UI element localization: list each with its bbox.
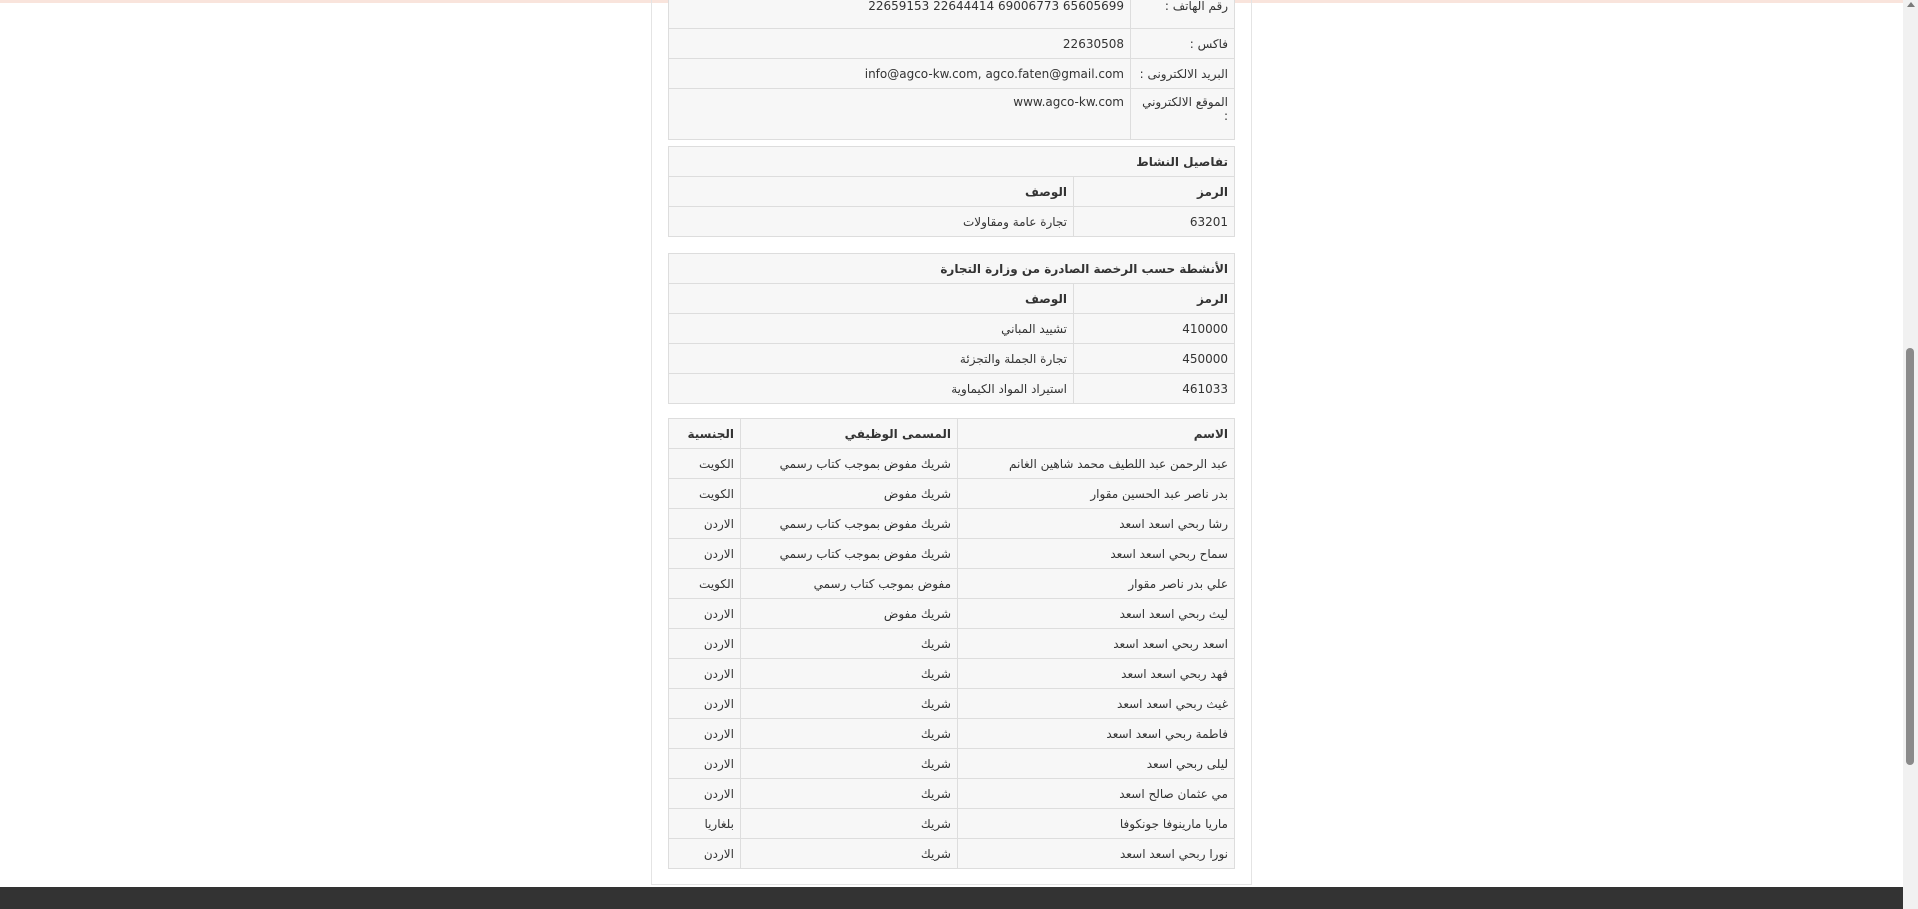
fax-value: 22630508 [668, 28, 1131, 59]
phone-value: 65605699 69006773 22644414 22659153 [668, 0, 1131, 29]
activity-details-table: تفاصيل النشاط الرمز الوصف 63201 تجارة عا… [667, 146, 1236, 237]
person-row: ليلى ربحي اسعد شريك الاردن [668, 748, 1235, 779]
licensed-code: 461033 [1073, 373, 1236, 404]
person-name: علي بدر ناصر مقوار [957, 568, 1235, 599]
licensed-desc: تجارة الجملة والتجزئة [667, 343, 1075, 374]
licensed-code: 450000 [1073, 343, 1236, 374]
person-row: نورا ربحي اسعد اسعد شريك الاردن [668, 838, 1235, 869]
licensed-desc: تشييد المباني [667, 313, 1075, 344]
person-name: سماح ربحي اسعد اسعد [957, 538, 1235, 569]
licensed-code-header: الرمز [1073, 283, 1236, 314]
person-nationality: بلغاريا [668, 808, 741, 839]
person-name: بدر ناصر عبد الحسين مقوار [957, 478, 1235, 509]
person-nationality: الكويت [668, 448, 741, 479]
person-row: اسعد ربحي اسعد اسعد شريك الاردن [668, 628, 1235, 659]
person-title: شريك مفوض بموجب كتاب رسمي [740, 448, 958, 479]
person-title: شريك [740, 778, 958, 809]
person-name: غيث ربحي اسعد اسعد [957, 688, 1235, 719]
activity-details-title: تفاصيل النشاط [667, 146, 1236, 177]
person-nationality: الاردن [668, 718, 741, 749]
person-row: سماح ربحي اسعد اسعد شريك مفوض بموجب كتاب … [668, 538, 1235, 569]
person-name: مي عثمان صالح اسعد [957, 778, 1235, 809]
person-nationality: الاردن [668, 688, 741, 719]
vertical-scrollbar[interactable] [1903, 0, 1918, 909]
person-title: شريك مفوض بموجب كتاب رسمي [740, 508, 958, 539]
contact-info-table: رقم الهاتف : 65605699 69006773 22644414 … [668, 0, 1235, 140]
scroll-up-arrow-icon[interactable] [1907, 2, 1915, 7]
person-name: ماريا مارينوفا جونكوفا [957, 808, 1235, 839]
person-title: شريك [740, 808, 958, 839]
person-row: عبد الرحمن عبد اللطيف محمد شاهين الغانم ش… [668, 448, 1235, 479]
fax-label: فاكس : [1130, 28, 1235, 59]
activity-code-header: الرمز [1073, 176, 1236, 207]
person-title: شريك [740, 688, 958, 719]
page-footer [0, 887, 1918, 909]
licensed-activities-title: الأنشطة حسب الرخصة الصادرة من وزارة التج… [667, 253, 1236, 284]
person-title: مفوض بموجب كتاب رسمي [740, 568, 958, 599]
activity-desc-header: الوصف [667, 176, 1075, 207]
contact-row-phone: رقم الهاتف : 65605699 69006773 22644414 … [668, 0, 1235, 29]
person-title: شريك مفوض [740, 598, 958, 629]
activity-code: 63201 [1073, 206, 1236, 237]
website-value[interactable]: www.agco-kw.com [668, 88, 1131, 140]
person-nationality: الاردن [668, 508, 741, 539]
person-name: رشا ربحي اسعد اسعد [957, 508, 1235, 539]
person-name: اسعد ربحي اسعد اسعد [957, 628, 1235, 659]
job-title-header: المسمى الوظيفي [740, 418, 958, 449]
licensed-code: 410000 [1073, 313, 1236, 344]
person-title: شريك [740, 658, 958, 689]
company-details-panel: رقم الهاتف : 65605699 69006773 22644414 … [651, 0, 1252, 885]
licensed-desc-header: الوصف [667, 283, 1075, 314]
person-nationality: الاردن [668, 838, 741, 869]
person-nationality: الاردن [668, 628, 741, 659]
website-label: الموقع الالكتروني : [1130, 88, 1235, 140]
person-title: شريك مفوض بموجب كتاب رسمي [740, 538, 958, 569]
person-row: مي عثمان صالح اسعد شريك الاردن [668, 778, 1235, 809]
person-nationality: الاردن [668, 778, 741, 809]
scrollbar-thumb[interactable] [1906, 348, 1914, 765]
person-name: فهد ربحي اسعد اسعد [957, 658, 1235, 689]
person-nationality: الاردن [668, 538, 741, 569]
person-nationality: الكويت [668, 568, 741, 599]
person-title: شريك [740, 838, 958, 869]
contact-row-email: البريد الالكترونى : info@agco-kw.com, ag… [668, 58, 1235, 89]
people-header-row: الاسم المسمى الوظيفي الجنسية [668, 418, 1235, 449]
licensed-row: 410000 تشييد المباني [667, 313, 1236, 344]
people-table: الاسم المسمى الوظيفي الجنسية عبد الرحمن … [668, 418, 1235, 869]
person-nationality: الكويت [668, 478, 741, 509]
person-title: شريك [740, 628, 958, 659]
email-value[interactable]: info@agco-kw.com, agco.faten@gmail.com [668, 58, 1131, 89]
person-nationality: الاردن [668, 598, 741, 629]
licensed-activities-table: الأنشطة حسب الرخصة الصادرة من وزارة التج… [667, 253, 1236, 404]
person-name: عبد الرحمن عبد اللطيف محمد شاهين الغانم [957, 448, 1235, 479]
person-row: فهد ربحي اسعد اسعد شريك الاردن [668, 658, 1235, 689]
person-name: ليلى ربحي اسعد [957, 748, 1235, 779]
contact-row-fax: فاكس : 22630508 [668, 28, 1235, 59]
person-nationality: الاردن [668, 658, 741, 689]
person-title: شريك [740, 748, 958, 779]
person-row: بدر ناصر عبد الحسين مقوار شريك مفوض الكويت [668, 478, 1235, 509]
email-label: البريد الالكترونى : [1130, 58, 1235, 89]
nationality-header: الجنسية [668, 418, 741, 449]
person-title: شريك [740, 718, 958, 749]
person-nationality: الاردن [668, 748, 741, 779]
activity-row: 63201 تجارة عامة ومقاولات [667, 206, 1236, 237]
licensed-desc: استيراد المواد الكيماوية [667, 373, 1075, 404]
person-title: شريك مفوض [740, 478, 958, 509]
person-name: ليث ربحي اسعد اسعد [957, 598, 1235, 629]
phone-label: رقم الهاتف : [1130, 0, 1235, 29]
person-name: نورا ربحي اسعد اسعد [957, 838, 1235, 869]
person-row: رشا ربحي اسعد اسعد شريك مفوض بموجب كتاب ر… [668, 508, 1235, 539]
person-name: فاطمة ربحي اسعد اسعد [957, 718, 1235, 749]
person-row: غيث ربحي اسعد اسعد شريك الاردن [668, 688, 1235, 719]
licensed-row: 450000 تجارة الجملة والتجزئة [667, 343, 1236, 374]
person-row: فاطمة ربحي اسعد اسعد شريك الاردن [668, 718, 1235, 749]
licensed-row: 461033 استيراد المواد الكيماوية [667, 373, 1236, 404]
person-row: علي بدر ناصر مقوار مفوض بموجب كتاب رسمي ال… [668, 568, 1235, 599]
name-header: الاسم [957, 418, 1235, 449]
person-row: ماريا مارينوفا جونكوفا شريك بلغاريا [668, 808, 1235, 839]
person-row: ليث ربحي اسعد اسعد شريك مفوض الاردن [668, 598, 1235, 629]
contact-row-website: الموقع الالكتروني : www.agco-kw.com [668, 88, 1235, 140]
activity-desc: تجارة عامة ومقاولات [667, 206, 1075, 237]
